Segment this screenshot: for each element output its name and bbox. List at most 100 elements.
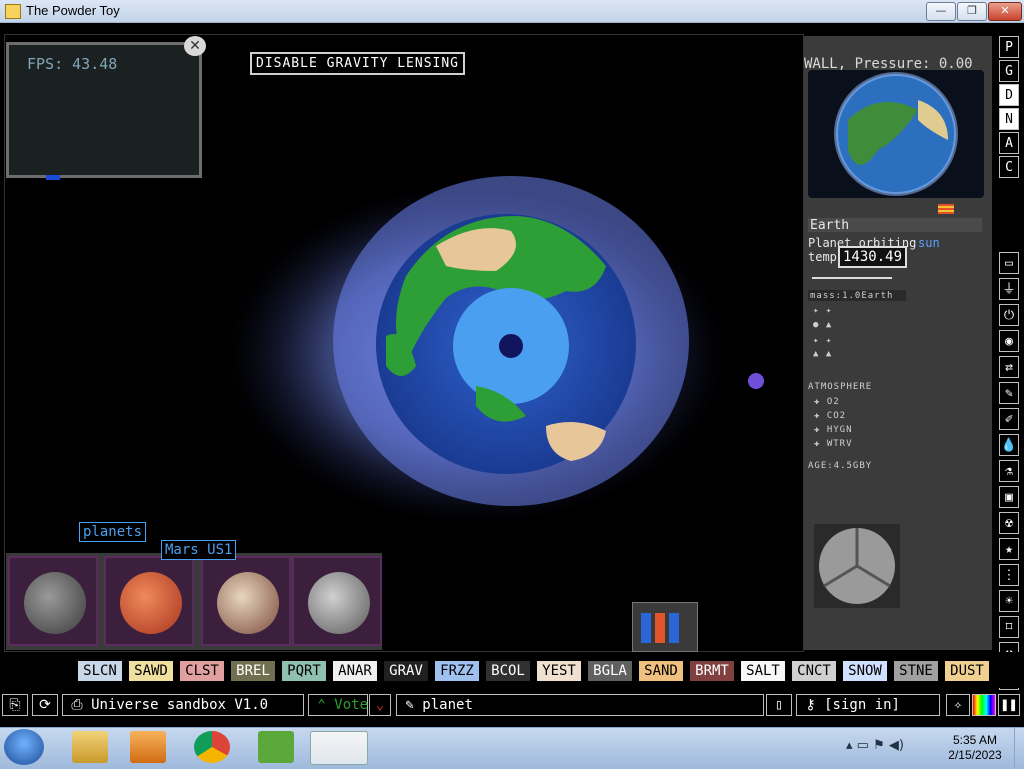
mini-thumbnail[interactable]: [632, 602, 698, 652]
option-icons-row2[interactable]: ● ▲: [813, 320, 832, 330]
box-icon[interactable]: ▣: [999, 486, 1019, 508]
hover-label: Mars US1: [161, 540, 237, 560]
flask-icon[interactable]: ⚗: [999, 460, 1019, 482]
vote-label: Vote: [334, 697, 369, 713]
arrows-icon[interactable]: ⇄: [999, 356, 1019, 378]
planet-thumb-mars[interactable]: [104, 556, 194, 646]
power-icon[interactable]: ⏻: [999, 304, 1019, 326]
temp-value[interactable]: 1430.49: [838, 246, 908, 268]
chrome-icon[interactable]: [194, 731, 230, 763]
maximize-button[interactable]: ❐: [957, 2, 987, 21]
temp-slider[interactable]: [812, 277, 892, 279]
sidebar-btn-n[interactable]: N: [999, 108, 1019, 130]
mini-bar: [641, 613, 651, 643]
element-grav[interactable]: GRAV: [384, 661, 428, 681]
color-palette-icon[interactable]: [972, 694, 996, 716]
fps-counter: FPS: 43.48: [27, 55, 118, 73]
preview-image: [808, 70, 984, 198]
monitor-icon[interactable]: ▭: [999, 252, 1019, 274]
gas-wtrv: WTRV: [826, 439, 853, 449]
tag-box[interactable]: ✎ planet: [396, 694, 764, 716]
element-salt[interactable]: SALT: [741, 661, 785, 681]
sidebar-btn-c[interactable]: C: [999, 156, 1019, 178]
element-cnct[interactable]: CNCT: [792, 661, 836, 681]
brush-icon[interactable]: ✐: [999, 408, 1019, 430]
flag-icon: [938, 204, 954, 214]
show-desktop-button[interactable]: [1014, 728, 1024, 768]
element-bgla[interactable]: BGLA: [588, 661, 632, 681]
tray-icons[interactable]: ▴ ▭ ⚑ ◀): [846, 738, 904, 753]
drop-icon[interactable]: 💧: [999, 434, 1019, 456]
minimize-button[interactable]: —: [926, 2, 956, 21]
element-clst[interactable]: CLST: [180, 661, 224, 681]
option-icons-row3[interactable]: ✦ ✦: [813, 336, 832, 346]
element-brmt[interactable]: BRMT: [690, 661, 734, 681]
open-icon[interactable]: ⎘: [2, 694, 28, 716]
powder-toy-task[interactable]: [310, 731, 368, 765]
clock[interactable]: 5:35 AM 2/15/2023: [940, 733, 1010, 763]
element-snow[interactable]: SNOW: [843, 661, 887, 681]
vote-up-button[interactable]: ⌃ Vote: [308, 694, 368, 716]
distant-moon: [748, 373, 764, 389]
settings-icon[interactable]: ✧: [946, 694, 970, 716]
element-frzz[interactable]: FRZZ: [435, 661, 479, 681]
close-button[interactable]: ✕: [988, 2, 1022, 21]
paint-icon[interactable]: ✎: [999, 382, 1019, 404]
element-sawd[interactable]: SAWD: [129, 661, 173, 681]
gas-item: ✚ CO2: [814, 411, 847, 421]
power-plug-icon[interactable]: ⏚: [999, 278, 1019, 300]
object-preview: [814, 524, 900, 608]
file-explorer-icon[interactable]: [72, 731, 108, 763]
element-pqrt[interactable]: PQRT: [282, 661, 326, 681]
element-slcn[interactable]: SLCN: [78, 661, 122, 681]
gas-item: ✚ HYGN: [814, 425, 853, 435]
sign-in-button[interactable]: ⚷ [sign in]: [796, 694, 940, 716]
gas-o2: O2: [826, 397, 840, 407]
planet-thumb-mercury[interactable]: [292, 556, 382, 646]
mini-bar: [655, 613, 665, 643]
tag-text: planet: [422, 697, 473, 713]
sidebar-btn-p[interactable]: P: [999, 36, 1019, 58]
category-label[interactable]: planets: [79, 522, 147, 542]
element-sand[interactable]: SAND: [639, 661, 683, 681]
element-brel[interactable]: BREL: [231, 661, 275, 681]
reload-icon[interactable]: ⟳: [32, 694, 58, 716]
mercury-image: [308, 572, 370, 634]
gas-item: ✚ WTRV: [814, 439, 853, 449]
fps-indicator: [46, 175, 60, 180]
pause-icon[interactable]: ❚❚: [998, 694, 1020, 716]
bookmark-icon[interactable]: ⌑: [999, 616, 1019, 638]
star-icon[interactable]: ★: [999, 538, 1019, 560]
age-label: AGE:4.5GBY: [808, 461, 873, 471]
element-bcol[interactable]: BCOL: [486, 661, 530, 681]
gravity-lensing-tooltip: DISABLE GRAVITY LENSING: [250, 52, 466, 75]
csharp-icon[interactable]: [258, 731, 294, 763]
clock-date: 2/15/2023: [948, 748, 1002, 762]
object-preview-svg: [819, 528, 895, 604]
element-stne[interactable]: STNE: [894, 661, 938, 681]
vote-down-button[interactable]: ⌄: [369, 694, 391, 716]
window-title: The Powder Toy: [26, 3, 120, 18]
planet-desc-link[interactable]: sun: [918, 236, 940, 250]
save-name-box[interactable]: ⎙ Universe sandbox V1.0: [62, 694, 304, 716]
bulb-icon[interactable]: ☀: [999, 590, 1019, 612]
save-name: Universe sandbox V1.0: [91, 697, 269, 713]
element-anar[interactable]: ANAR: [333, 661, 377, 681]
window-titlebar[interactable]: The Powder Toy — ❐ ✕: [0, 0, 1024, 23]
sidebar-btn-g[interactable]: G: [999, 60, 1019, 82]
option-icons-row4[interactable]: ▲ ▲: [813, 349, 832, 359]
planet-thumb-pluto[interactable]: [201, 556, 291, 646]
element-yest[interactable]: YEST: [537, 661, 581, 681]
option-icons-row1[interactable]: ✦ ✦: [813, 306, 832, 316]
dots-icon[interactable]: ⋮: [999, 564, 1019, 586]
new-file-icon[interactable]: ▯: [766, 694, 792, 716]
sidebar-btn-a[interactable]: A: [999, 132, 1019, 154]
close-overlay-icon[interactable]: ✕: [184, 36, 206, 56]
planet-thumb-moon[interactable]: [8, 556, 98, 646]
start-button[interactable]: [4, 729, 44, 765]
sensor-icon[interactable]: ◉: [999, 330, 1019, 352]
sidebar-btn-d[interactable]: D: [999, 84, 1019, 106]
radiation-icon[interactable]: ☢: [999, 512, 1019, 534]
media-player-icon[interactable]: [130, 731, 166, 763]
element-dust[interactable]: DUST: [945, 661, 989, 681]
